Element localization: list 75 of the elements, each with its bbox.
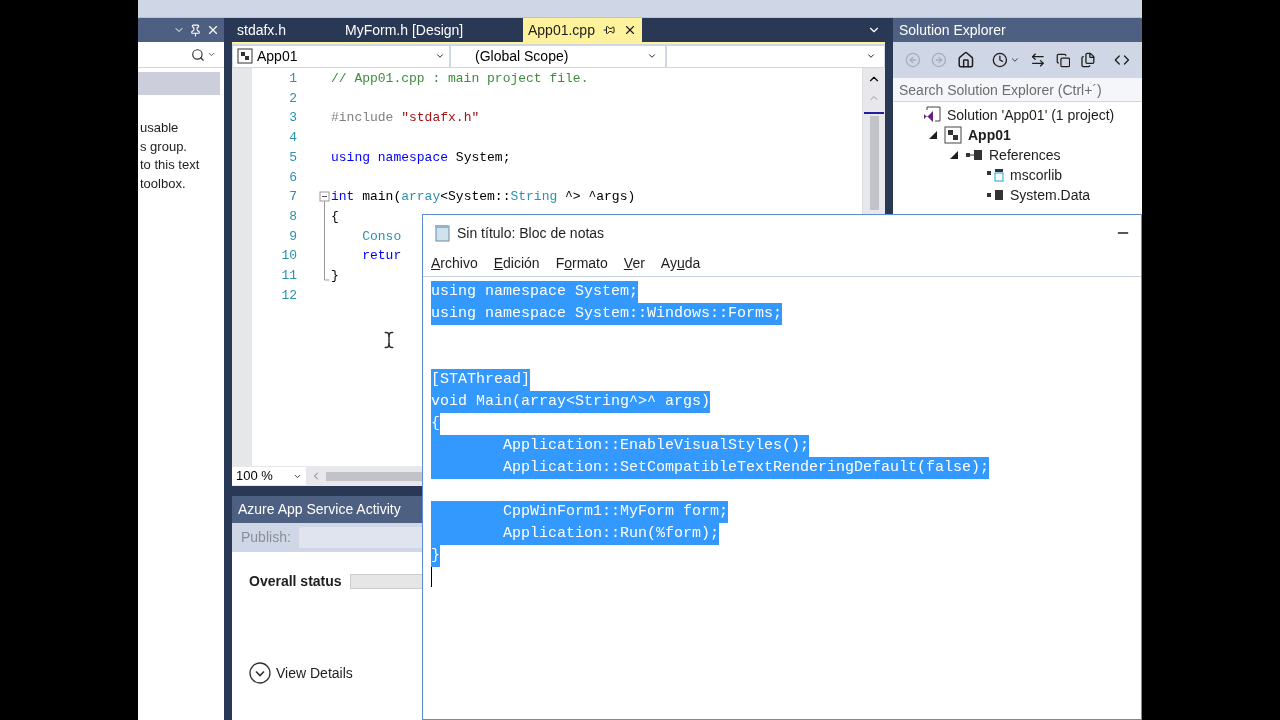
solution-icon <box>923 106 941 124</box>
caret-icon <box>207 50 216 59</box>
file-tab[interactable]: MyForm.h [Design] <box>340 18 523 42</box>
expanded-arrow-icon[interactable] <box>929 131 937 139</box>
code-line: int main(array<System::String ^> ^args) <box>330 188 636 207</box>
search-icon <box>191 47 205 62</box>
status-label: Overall status <box>249 572 342 591</box>
horizontal-scrollbar[interactable] <box>326 471 424 481</box>
file-tab[interactable]: stdafx.h <box>232 18 340 42</box>
clock-icon[interactable] <box>992 52 1009 68</box>
menu-item[interactable]: Archivo <box>431 253 478 274</box>
scope-dropdown[interactable]: (Global Scope) <box>451 45 665 67</box>
expanded-arrow-icon[interactable] <box>950 151 958 159</box>
pin-icon[interactable] <box>189 23 202 37</box>
notepad-icon <box>433 224 451 242</box>
code-line: #include "stdafx.h" <box>330 109 480 128</box>
caret-icon <box>866 51 876 61</box>
line-number: 9 <box>288 227 297 246</box>
project-dropdown[interactable]: App01 <box>233 45 449 67</box>
menu-item[interactable]: Ver <box>623 253 645 274</box>
sync-icon[interactable] <box>1029 52 1046 68</box>
expand-icon <box>249 662 271 684</box>
line-number: 12 <box>280 286 297 305</box>
panel-title: Azure App Service Activity <box>238 500 401 519</box>
pin-icon[interactable] <box>602 24 615 36</box>
code-line: Conso <box>361 227 402 246</box>
collapse-all-icon[interactable] <box>1055 52 1071 68</box>
caret-icon[interactable] <box>1010 55 1020 65</box>
close-icon[interactable] <box>206 23 220 37</box>
code-icon[interactable] <box>1114 52 1130 68</box>
window-title: Sin título: Bloc de notas <box>457 223 606 243</box>
tree-item[interactable]: Solution 'App01' (1 project) <box>947 104 1115 126</box>
files-icon[interactable] <box>1080 52 1097 68</box>
caret-icon <box>647 51 657 61</box>
code-line: // App01.cpp : main project file. <box>330 70 589 89</box>
assembly-icon <box>986 168 1004 182</box>
line-number: 4 <box>288 129 297 148</box>
line-number: 3 <box>288 109 297 128</box>
line-number: 8 <box>288 207 297 226</box>
scroll-thumb[interactable] <box>869 116 879 210</box>
line-number: 1 <box>288 70 297 89</box>
home-icon[interactable] <box>956 51 975 69</box>
view-details-link[interactable]: View Details <box>249 662 353 684</box>
code-line: } <box>330 266 339 285</box>
code-line: retur <box>361 247 402 266</box>
tree-item[interactable]: References <box>989 144 1061 166</box>
toolbox-hint-text: toolbox. <box>139 174 187 193</box>
line-number: 10 <box>280 247 297 266</box>
toolbox-hint-text: s group. <box>139 137 188 156</box>
tree-item[interactable]: mscorlib <box>1010 164 1063 186</box>
project-icon <box>944 126 962 144</box>
tree-item[interactable]: System.Data <box>1010 184 1091 206</box>
search-field[interactable]: Search Solution Explorer (Ctrl+´) <box>893 78 1142 102</box>
menu-item[interactable]: Formato <box>555 253 608 274</box>
project-icon <box>237 48 253 64</box>
line-number: 7 <box>288 188 297 207</box>
toolbox-hint-text: usable <box>139 119 180 137</box>
code-line: using namespace System; <box>330 148 511 167</box>
line-number: 6 <box>288 168 297 187</box>
text-caret <box>431 567 432 587</box>
line-number: 11 <box>280 266 297 285</box>
file-tab[interactable]: App01.cpp <box>523 18 642 42</box>
zoom-dropdown[interactable]: 100 % <box>232 467 306 485</box>
line-number: 5 <box>288 148 297 167</box>
toolbox-hint-text: to this text <box>139 156 201 174</box>
menu-item[interactable]: Ayuda <box>660 253 701 274</box>
references-icon <box>965 149 983 161</box>
panel-title: Solution Explorer <box>899 20 1006 40</box>
caret-icon <box>435 51 445 61</box>
menu-item[interactable]: Edición <box>493 253 540 274</box>
line-number: 2 <box>288 89 297 108</box>
reference-icon <box>986 189 1004 201</box>
publish-label: Publish: <box>241 528 291 547</box>
tree-item[interactable]: App01 <box>968 124 1011 146</box>
code-line: { <box>330 207 339 226</box>
